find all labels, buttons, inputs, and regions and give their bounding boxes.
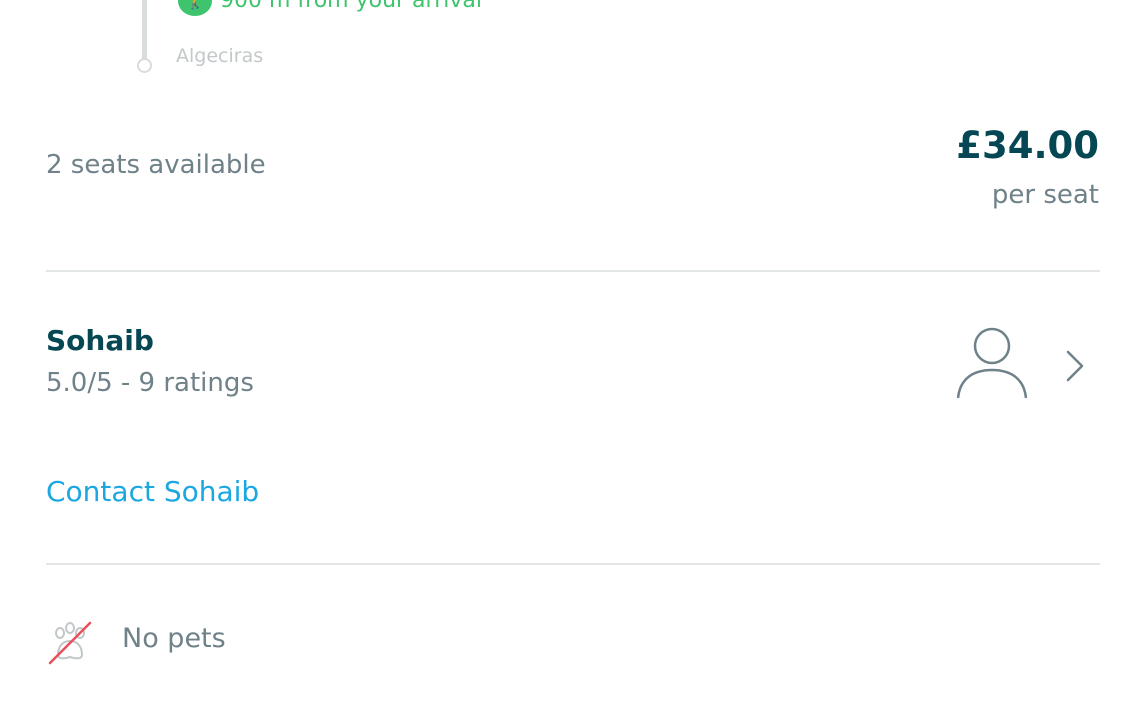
chevron-right-icon	[1066, 350, 1084, 382]
driver-profile-row[interactable]: Sohaib 5.0/5 - 9 ratings	[0, 300, 1146, 420]
arrival-city: Algeciras	[176, 45, 264, 67]
price-unit: per seat	[991, 180, 1099, 210]
seats-available: 2 seats available	[46, 150, 266, 180]
divider	[46, 563, 1100, 565]
contact-driver-link[interactable]: Contact Sohaib	[46, 475, 259, 508]
divider	[46, 270, 1100, 272]
pets-preference: No pets	[122, 623, 226, 654]
user-avatar-icon	[956, 327, 1028, 399]
route-end-dot	[137, 58, 152, 73]
walk-distance-text: 900 m from your arrival	[220, 0, 482, 13]
walking-person-icon: 🚶	[178, 0, 212, 16]
route-timeline-line	[142, 0, 147, 62]
no-pets-icon	[48, 621, 92, 665]
driver-name: Sohaib	[46, 324, 154, 357]
driver-rating: 5.0/5 - 9 ratings	[46, 368, 254, 398]
ride-details-page: 🚶 900 m from your arrival Algeciras 2 se…	[0, 0, 1146, 716]
price: £34.00	[956, 124, 1099, 167]
